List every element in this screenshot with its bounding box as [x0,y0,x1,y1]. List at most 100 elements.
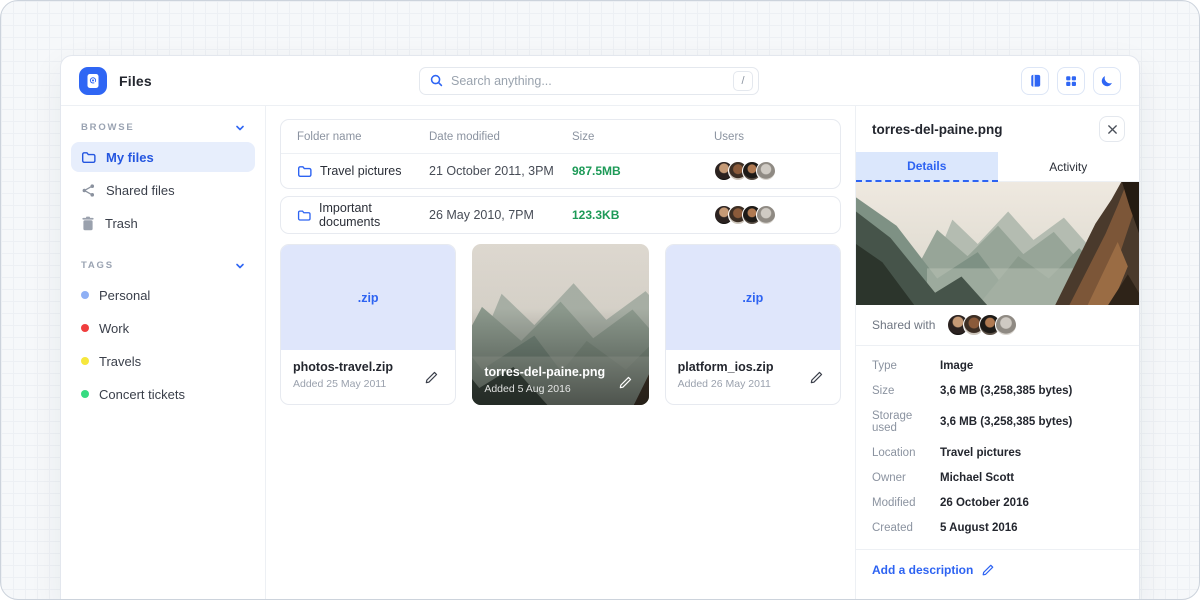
tag-color-dot [81,291,89,299]
file-details-list: Type Image Size 3,6 MB (3,258,385 bytes)… [856,346,1139,550]
tab-details[interactable]: Details [856,152,998,182]
folder-name: Travel pictures [320,164,402,178]
date-modified: 26 May 2010, 7PM [429,208,572,222]
pencil-icon [981,563,995,577]
column-header-size: Size [572,131,714,143]
date-modified: 21 October 2011, 3PM [429,164,572,178]
header-actions [1021,67,1121,95]
folders-table-row-card: Important documents 26 May 2010, 7PM 123… [280,196,841,234]
panel-title: torres-del-paine.png [872,122,1003,137]
files-app-window: Files Search anything... / [60,55,1140,600]
table-header-row: Folder name Date modified Size Users [281,120,840,154]
reading-list-button[interactable] [1021,67,1049,95]
file-cards-row: .zip photos-travel.zip Added 25 May 2011 [280,244,841,405]
dark-mode-button[interactable] [1093,67,1121,95]
tag-item-work[interactable]: Work [71,313,255,343]
zip-badge: .zip [358,291,379,305]
tag-color-dot [81,357,89,365]
chevron-down-icon [235,123,245,133]
detail-row-location: Location Travel pictures [872,440,1123,465]
zip-badge: .zip [742,291,763,305]
tag-item-concert-tickets[interactable]: Concert tickets [71,379,255,409]
file-card-platform-ios[interactable]: .zip platform_ios.zip Added 26 May 2011 [665,244,841,405]
mountain-photo-preview [856,182,1139,305]
detail-row-modified: Modified 26 October 2016 [872,490,1123,515]
tag-label: Travels [99,354,141,369]
app-logo[interactable] [79,67,107,95]
file-search-icon [85,73,101,89]
apps-grid-button[interactable] [1057,67,1085,95]
tag-label: Personal [99,288,150,303]
tag-color-dot [81,390,89,398]
search-placeholder: Search anything... [451,74,725,88]
rename-file-button[interactable] [614,371,637,397]
tag-label: Concert tickets [99,387,185,402]
page-title: Files [119,73,152,89]
sidebar-item-label: Shared files [106,183,175,198]
folder-size: 987.5MB [572,164,714,178]
tag-item-personal[interactable]: Personal [71,280,255,310]
detail-row-type: Type Image [872,353,1123,378]
avatar [756,161,776,181]
app-header: Files Search anything... / [61,56,1139,106]
shared-with-label: Shared with [872,318,935,332]
desktop-background: Files Search anything... / [0,0,1200,600]
zip-preview: .zip [281,245,455,350]
grid-icon [1064,74,1078,88]
search-shortcut-badge: / [733,71,753,91]
rename-file-button[interactable] [420,366,443,392]
trash-icon [81,216,95,231]
file-added-date: Added 5 Aug 2016 [484,383,605,395]
tags-section-header[interactable]: TAGS [71,258,255,280]
folder-name: Important documents [319,201,429,229]
file-name: platform_ios.zip [678,360,774,374]
tab-activity[interactable]: Activity [998,152,1140,182]
column-header-date-modified: Date modified [429,131,572,143]
detail-row-size: Size 3,6 MB (3,258,385 bytes) [872,378,1123,403]
tag-item-travels[interactable]: Travels [71,346,255,376]
search-icon [430,74,443,87]
file-preview[interactable] [856,182,1139,305]
shared-avatars [947,314,1017,336]
folder-icon [297,208,311,223]
folder-icon [297,164,312,179]
folder-icon [81,150,96,165]
file-card-photos-travel[interactable]: .zip photos-travel.zip Added 25 May 2011 [280,244,456,405]
tag-label: Work [99,321,129,336]
detail-row-storage-used: Storage used 3,6 MB (3,258,385 bytes) [872,403,1123,440]
sidebar-item-shared-files[interactable]: Shared files [71,175,255,205]
detail-row-created: Created 5 August 2016 [872,515,1123,540]
add-description-button[interactable]: Add a description [856,550,1139,590]
folder-size: 123.3KB [572,208,714,222]
users-avatars [714,205,824,225]
table-row-important-documents[interactable]: Important documents 26 May 2010, 7PM 123… [281,197,840,233]
pencil-icon [809,370,824,385]
sidebar-item-trash[interactable]: Trash [71,208,255,238]
tag-color-dot [81,324,89,332]
file-card-torres-del-paine[interactable]: torres-del-paine.png Added 5 Aug 2016 [472,244,648,405]
rename-file-button[interactable] [805,366,828,392]
browse-label: BROWSE [81,122,135,133]
zip-preview: .zip [666,245,840,350]
tags-label: TAGS [81,260,114,271]
folders-table: Folder name Date modified Size Users Tra… [280,119,841,189]
moon-icon [1100,74,1114,88]
file-name: torres-del-paine.png [484,365,605,379]
sidebar-item-my-files[interactable]: My files [71,142,255,172]
panel-tabs: Details Activity [856,152,1139,182]
browse-section-header[interactable]: BROWSE [71,120,255,142]
details-panel: torres-del-paine.png Details Activity [855,106,1139,600]
search-input[interactable]: Search anything... / [419,67,759,95]
users-avatars [714,161,824,181]
sidebar: BROWSE My files [61,106,266,600]
close-icon [1107,124,1118,135]
avatar [995,314,1017,336]
sidebar-item-label: Trash [105,216,138,231]
detail-row-owner: Owner Michael Scott [872,465,1123,490]
chevron-down-icon [235,261,245,271]
close-panel-button[interactable] [1099,116,1125,142]
table-row-travel-pictures[interactable]: Travel pictures 21 October 2011, 3PM 987… [281,154,840,188]
file-added-date: Added 25 May 2011 [293,378,393,390]
sidebar-item-label: My files [106,150,154,165]
file-added-date: Added 26 May 2011 [678,378,774,390]
